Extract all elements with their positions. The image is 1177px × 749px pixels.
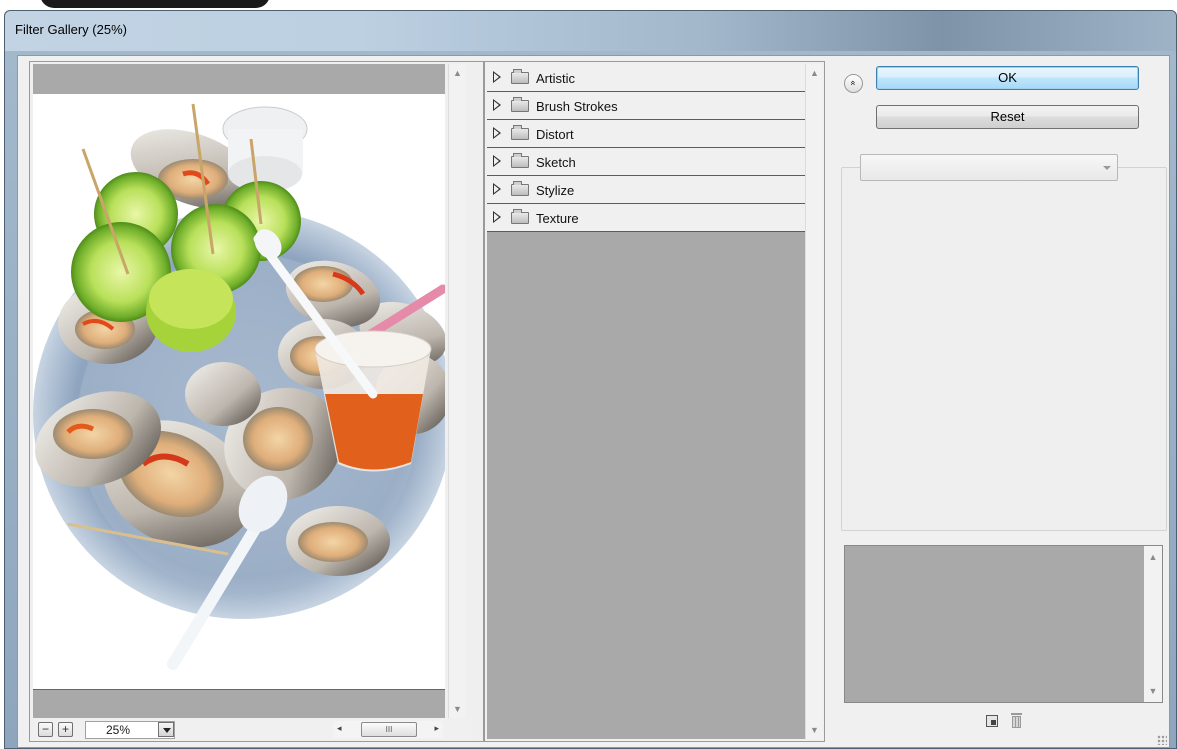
app-root: Filter Gallery (25%) ▲ ▼ − + 25% ◂ III ▸… [0,0,1177,749]
preview-image[interactable] [33,94,445,690]
zoom-controls: − + 25% ◂ III ▸ [33,718,473,740]
chevron-down-icon [1103,166,1111,170]
disclosure-triangle-icon[interactable] [493,183,501,195]
zoom-dropdown-button[interactable] [158,722,174,737]
filter-category-list: Artistic Brush Strokes Distort Sketch St… [487,64,805,739]
category-brush-strokes[interactable]: Brush Strokes [487,92,805,120]
zoom-in-button[interactable]: + [58,722,73,737]
filter-select-dropdown[interactable] [860,154,1118,181]
double-chevron-up-icon[interactable]: « [844,74,863,93]
filter-settings-panel [841,167,1167,531]
scroll-up-arrow-icon[interactable]: ▲ [449,68,466,78]
preview-vertical-scrollbar[interactable]: ▲ ▼ [448,64,466,718]
category-label: Distort [536,127,574,142]
category-label: Sketch [536,155,576,170]
zoom-out-button[interactable]: − [38,722,53,737]
filter-list-scrollbar[interactable]: ▲ ▼ [805,64,823,739]
scroll-up-arrow-icon[interactable]: ▲ [1144,552,1162,562]
new-effect-layer-icon[interactable] [986,715,998,727]
preview-panel: ▲ ▼ − + 25% ◂ III ▸ [29,61,484,742]
category-artistic[interactable]: Artistic [487,64,805,92]
filter-list-panel: Artistic Brush Strokes Distort Sketch St… [484,61,825,742]
category-label: Artistic [536,71,575,86]
disclosure-triangle-icon[interactable] [493,99,501,111]
folder-icon [511,69,529,84]
preview-horizontal-scrollbar[interactable]: ◂ III ▸ [333,721,443,738]
disclosure-triangle-icon[interactable] [493,71,501,83]
scroll-down-arrow-icon[interactable]: ▼ [806,725,823,735]
folder-icon [511,125,529,140]
category-label: Brush Strokes [536,99,618,114]
preview-margin-top [33,64,445,94]
scroll-right-arrow-icon[interactable]: ▸ [434,723,439,734]
folder-icon [511,153,529,168]
filter-gallery-window: Filter Gallery (25%) ▲ ▼ − + 25% ◂ III ▸… [4,10,1177,749]
category-distort[interactable]: Distort [487,120,805,148]
window-title: Filter Gallery (25%) [15,22,127,37]
scroll-left-arrow-icon[interactable]: ◂ [337,723,342,734]
scroll-up-arrow-icon[interactable]: ▲ [806,68,823,78]
horizontal-scroll-thumb[interactable]: III [361,722,417,737]
folder-icon [511,209,529,224]
category-label: Stylize [536,183,575,198]
category-stylize[interactable]: Stylize [487,176,805,204]
title-bar[interactable]: Filter Gallery (25%) [5,11,1176,51]
folder-icon [511,97,529,112]
dialog-client-area: ▲ ▼ − + 25% ◂ III ▸ Artistic Brush Strok… [17,55,1170,748]
ok-button[interactable]: OK [876,66,1139,90]
category-texture[interactable]: Texture [487,204,805,232]
folder-icon [511,181,529,196]
category-sketch[interactable]: Sketch [487,148,805,176]
trash-icon[interactable] [1011,713,1022,728]
seafood-plate-image [33,103,445,670]
disclosure-triangle-icon[interactable] [493,155,501,167]
disclosure-triangle-icon[interactable] [493,127,501,139]
effect-layers-scrollbar[interactable]: ▲ ▼ [1144,546,1162,702]
category-label: Texture [536,211,579,226]
disclosure-triangle-icon[interactable] [493,211,501,223]
scroll-down-arrow-icon[interactable]: ▼ [1144,686,1162,696]
resize-grip[interactable] [1157,735,1167,745]
scroll-down-arrow-icon[interactable]: ▼ [449,704,466,714]
effect-layers-list[interactable]: ▲ ▼ [844,545,1163,703]
preview-margin-bottom [33,690,445,718]
reset-button[interactable]: Reset [876,105,1139,129]
